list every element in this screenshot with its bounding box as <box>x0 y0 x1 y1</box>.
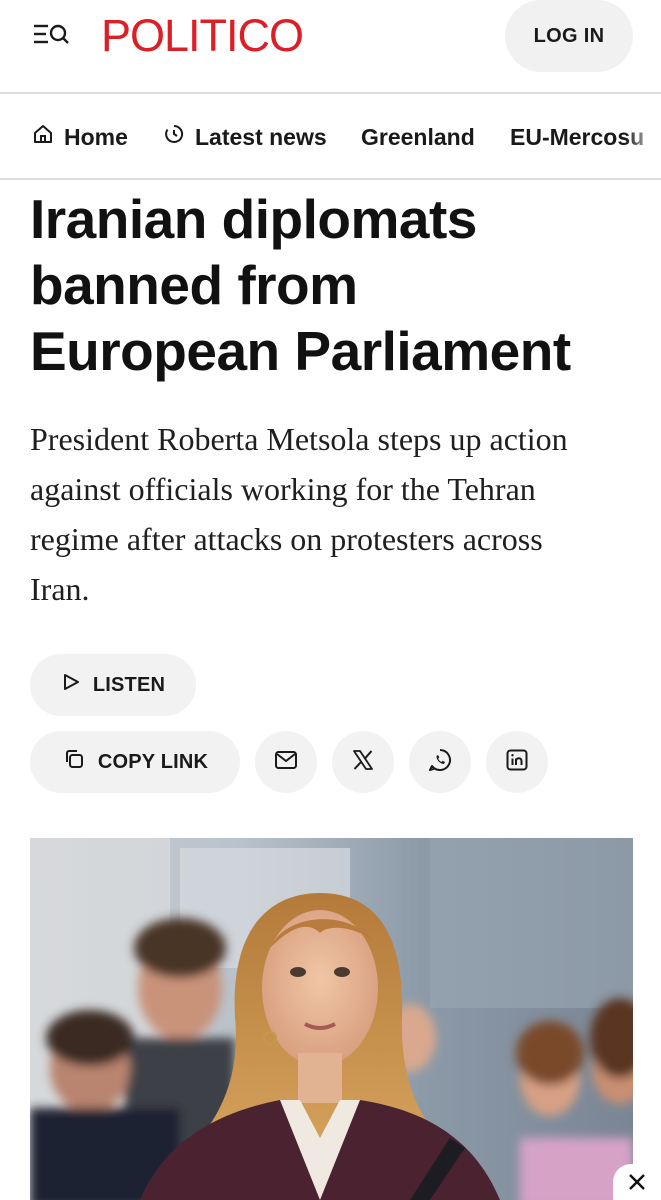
site-header: POLITICO LOG IN <box>0 0 661 94</box>
nav-item-home[interactable]: Home <box>32 122 128 152</box>
copy-link-button[interactable]: COPY LINK <box>30 731 240 793</box>
copy-link-label: COPY LINK <box>97 750 209 773</box>
nav-item-label: Home <box>64 123 128 150</box>
login-button[interactable]: LOG IN <box>505 0 633 72</box>
play-icon <box>61 672 93 698</box>
x-icon <box>352 749 374 776</box>
menu-search-icon[interactable] <box>32 20 72 50</box>
dek-line: President Roberta Metsola steps up actio… <box>30 421 568 457</box>
share-linkedin-button[interactable] <box>486 731 548 793</box>
listen-button[interactable]: LISTEN <box>30 654 196 716</box>
nav-fade <box>625 96 661 178</box>
share-x-button[interactable] <box>332 731 394 793</box>
headline-line: European Parliament <box>30 320 571 382</box>
nav-item-label: Latest news <box>195 123 327 150</box>
home-icon <box>32 123 64 151</box>
article-dek: President Roberta Metsola steps up actio… <box>30 414 640 614</box>
article-hero-photo <box>30 838 633 1200</box>
article-headline: Iranian diplomats banned from European P… <box>30 186 640 384</box>
headline-line: banned from <box>30 254 358 316</box>
close-icon[interactable] <box>613 1164 661 1200</box>
section-nav: Home Latest news Greenland EU-Mercosu <box>0 96 661 180</box>
clock-icon <box>163 123 195 151</box>
linkedin-icon <box>505 748 529 777</box>
nav-item-label: Greenland <box>361 123 475 150</box>
dek-line: against officials working for the Tehran <box>30 471 536 507</box>
dek-line: regime after attacks on protesters acros… <box>30 521 543 557</box>
nav-item-latest-news[interactable]: Latest news <box>163 122 327 152</box>
headline-line: Iranian diplomats <box>30 188 477 250</box>
listen-label: LISTEN <box>92 673 166 696</box>
nav-item-greenland[interactable]: Greenland <box>361 122 475 152</box>
share-email-button[interactable] <box>255 731 317 793</box>
politico-logo[interactable]: POLITICO <box>101 8 304 64</box>
share-whatsapp-button[interactable] <box>409 731 471 793</box>
email-icon <box>273 749 299 776</box>
copy-icon <box>62 747 98 777</box>
whatsapp-icon <box>427 747 453 778</box>
dek-line: Iran. <box>30 571 90 607</box>
